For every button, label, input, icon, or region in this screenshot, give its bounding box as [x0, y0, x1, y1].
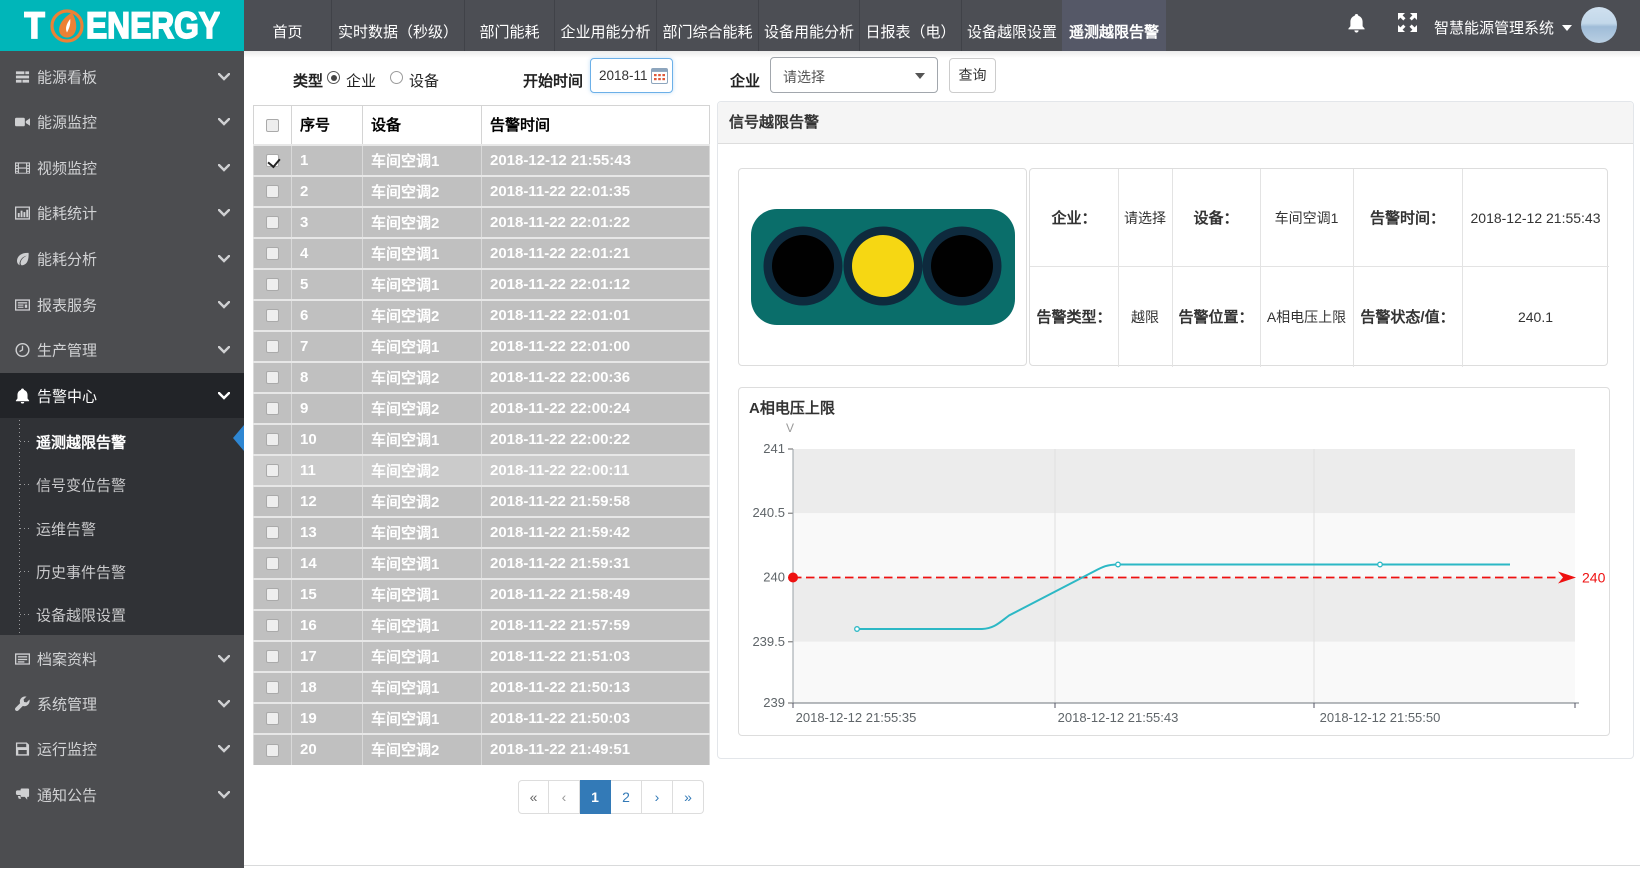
svg-text:239.5: 239.5: [752, 634, 785, 649]
svg-text:ENERGY: ENERGY: [86, 6, 220, 46]
svg-text:239: 239: [763, 695, 785, 710]
svg-text:241: 241: [763, 441, 785, 456]
svg-text:240: 240: [1582, 570, 1606, 586]
svg-text:V: V: [786, 421, 794, 435]
svg-text:240.5: 240.5: [752, 505, 785, 520]
svg-text:240: 240: [763, 570, 785, 585]
svg-text:2018-12-12 21:55:43: 2018-12-12 21:55:43: [1058, 710, 1179, 725]
svg-text:2018-12-12 21:55:35: 2018-12-12 21:55:35: [796, 710, 917, 725]
svg-text:T: T: [24, 6, 45, 46]
svg-text:2018-12-12 21:55:50: 2018-12-12 21:55:50: [1320, 710, 1441, 725]
